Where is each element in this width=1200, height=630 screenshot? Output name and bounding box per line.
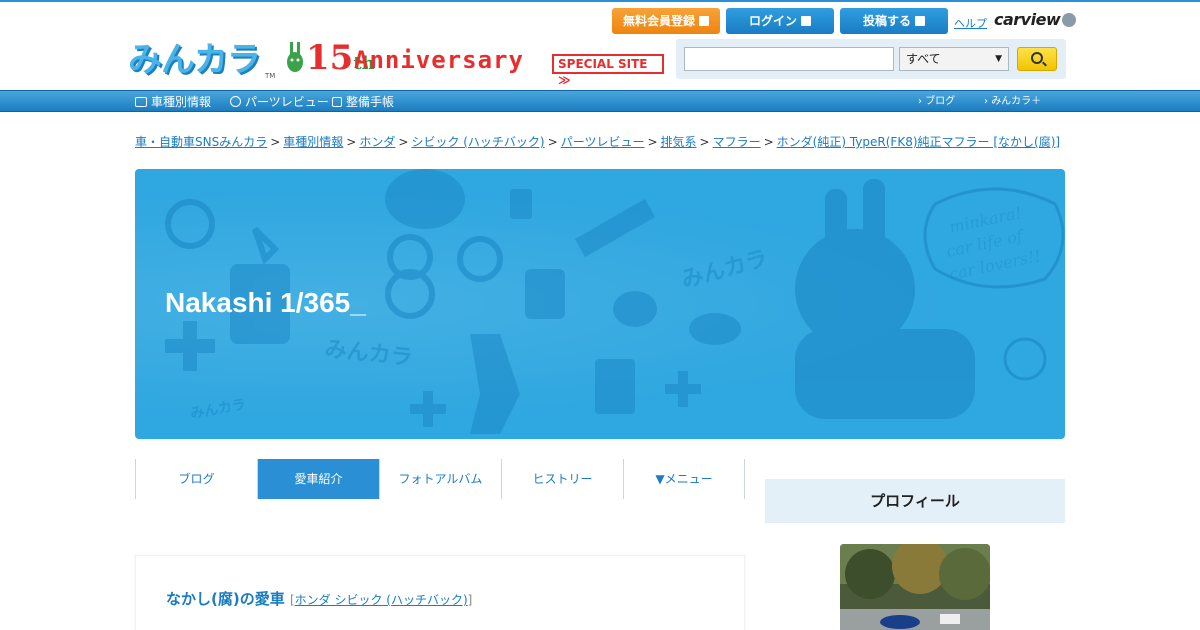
breadcrumb-link[interactable]: 車・自動車SNSみんカラ (135, 135, 267, 149)
breadcrumb-link[interactable]: 車種別情報 (283, 135, 343, 149)
carview-logo[interactable]: carview (994, 10, 1077, 29)
car-owner-heading: なかし(腐)の愛車 [ホンダ シビック (ハッチバック)] (166, 588, 472, 609)
carview-badge-icon (1062, 13, 1077, 27)
speech-bubble-icon (385, 169, 465, 229)
breadcrumb-link-current[interactable]: ホンダ(純正) TypeR(FK8)純正マフラー [なかし(腐)] (777, 135, 1060, 149)
pen-icon (575, 199, 655, 257)
breadcrumb-link[interactable]: 排気系 (661, 135, 697, 149)
nav-label: ブログ (925, 96, 956, 107)
hand-icon (252, 226, 280, 265)
breadcrumb: 車・自動車SNSみんカラ > 車種別情報 > ホンダ > シビック (ハッチバック) > パーツ… (135, 133, 1065, 150)
breadcrumb-separator: > (647, 135, 658, 149)
steering-wheel-icon (165, 199, 215, 249)
select-value: すべて (906, 52, 941, 66)
tab-history[interactable]: ヒストリー (501, 459, 623, 499)
login-button[interactable]: ログイン (726, 8, 834, 34)
car-card: なかし(腐)の愛車 [ホンダ シビック (ハッチバック)] (135, 555, 745, 630)
document-icon (595, 359, 635, 414)
car-model: [ホンダ シビック (ハッチバック)] (289, 593, 473, 607)
pen-icon (915, 16, 925, 26)
breadcrumb-link[interactable]: パーツレビュー (561, 135, 645, 149)
nav-blog[interactable]: › ブログ (918, 91, 955, 113)
svg-text:みんカラ: みんカラ (323, 337, 413, 371)
breadcrumb-separator: > (398, 135, 409, 149)
site-header: みんカラ TM 15th Anniversary SPECIAL SITE ≫ … (0, 2, 1200, 90)
logo-trademark: TM (265, 72, 276, 80)
nav-label: 整備手帳 (346, 95, 395, 109)
global-nav: 車種別情報 パーツレビュー 整備手帳 › ブログ › みんカラ＋ (0, 90, 1200, 112)
car-icon (135, 97, 147, 107)
nav-label: 車種別情報 (151, 95, 212, 109)
search-icon (1031, 52, 1043, 64)
profile-tabs: ブログ 愛車紹介 フォトアルバム ヒストリー ▼メニュー (135, 459, 745, 499)
breadcrumb-link[interactable]: マフラー (713, 135, 761, 149)
anniversary-word: Anniversary (354, 46, 524, 74)
nav-maintenance[interactable]: 整備手帳 (332, 91, 394, 113)
tab-blog[interactable]: ブログ (135, 459, 257, 499)
mascot-icon (287, 42, 303, 72)
plus-icon (183, 321, 197, 371)
thumbs-up-icon (525, 269, 565, 319)
profile-photo[interactable] (840, 544, 990, 630)
search-button[interactable] (1017, 47, 1057, 71)
lock-icon (801, 16, 811, 26)
profile-heading: プロフィール (765, 479, 1065, 523)
nav-label: みんカラ＋ (991, 96, 1042, 107)
breadcrumb-separator: > (763, 135, 774, 149)
chevron-down-icon: ▼ (995, 54, 1002, 64)
arrow-right-icon (699, 16, 709, 26)
help-link[interactable]: ヘルプ (954, 15, 987, 31)
owner-car-label: なかし(腐)の愛車 (166, 590, 285, 608)
special-site-link[interactable]: SPECIAL SITE ≫ (552, 54, 664, 87)
hero-banner: minkara! car life of car lovers!! みんカラ み… (135, 169, 1065, 439)
breadcrumb-link[interactable]: ホンダ (359, 135, 395, 149)
steering-wheel-icon (457, 236, 503, 282)
tab-photo-album[interactable]: フォトアルバム (379, 459, 501, 499)
svg-text:みんカラ: みんカラ (189, 397, 247, 422)
nav-parts-review[interactable]: パーツレビュー (230, 91, 329, 113)
nav-car-info[interactable]: 車種別情報 (135, 91, 211, 113)
mascot-car-icon (795, 329, 975, 419)
post-button[interactable]: 投稿する (840, 8, 948, 34)
breadcrumb-link[interactable]: シビック (ハッチバック) (411, 135, 544, 149)
chat-icon (613, 291, 657, 327)
breadcrumb-separator: > (699, 135, 710, 149)
search-category-select[interactable]: すべて ▼ (899, 47, 1009, 71)
profile-title: Nakashi 1/365_ (165, 287, 366, 318)
breadcrumb-separator: > (346, 135, 357, 149)
register-button[interactable]: 無料会員登録 (612, 8, 720, 34)
wrench-icon (332, 97, 342, 107)
nav-minkara-plus[interactable]: › みんカラ＋ (984, 91, 1041, 113)
car-model-link[interactable]: ホンダ シビック (ハッチバック) (295, 593, 468, 607)
svg-text:みんカラ: みんカラ (679, 247, 770, 294)
nav-label: パーツレビュー (245, 95, 329, 109)
search-input[interactable] (684, 47, 894, 71)
car-icon (689, 313, 741, 345)
search-bar: すべて ▼ (676, 39, 1066, 79)
minkara-logo[interactable]: みんカラ (128, 38, 276, 82)
wrench-icon (470, 334, 520, 434)
tab-menu[interactable]: ▼メニュー (623, 459, 745, 499)
breadcrumb-separator: > (270, 135, 281, 149)
profile-image (840, 544, 990, 630)
gear-icon (230, 96, 241, 107)
logo-text: みんカラ (128, 40, 261, 80)
breadcrumb-separator: > (547, 135, 558, 149)
anniversary-banner[interactable]: 15th Anniversary SPECIAL SITE ≫ (284, 36, 664, 87)
fuel-icon (510, 189, 532, 219)
tab-my-car[interactable]: 愛車紹介 (257, 459, 379, 499)
